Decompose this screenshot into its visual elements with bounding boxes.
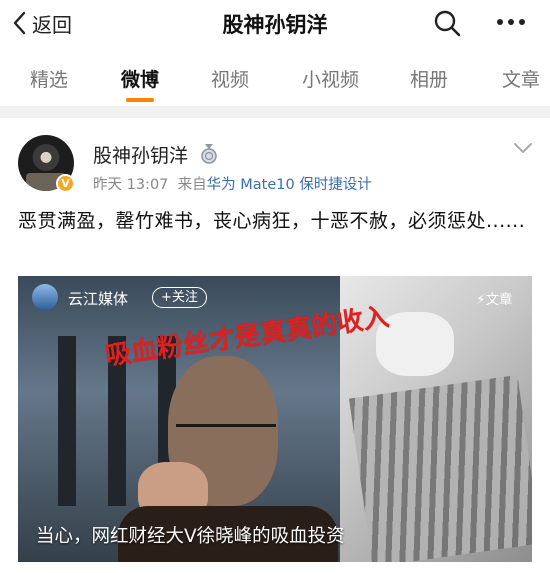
glasses — [176, 424, 276, 442]
video-card[interactable]: 云江媒体 +关注 ⚡文章 吸血粉丝才是真真的收入 当心，网红财经大V徐晓峰的吸血… — [18, 276, 532, 562]
medal-icon — [201, 144, 217, 164]
source-name[interactable]: 云江媒体 — [68, 288, 128, 309]
article-tag[interactable]: ⚡文章 — [476, 288, 512, 308]
post-text: 恶贯满盈，罄竹难书，丧心病狂，十恶不赦，必须惩处...... — [18, 210, 526, 232]
tab-album[interactable]: 相册 — [410, 65, 448, 92]
post-meta: 昨天 13:07 来自华为 Mate10 保时捷设计 — [93, 173, 372, 194]
post-time: 昨天 13:07 — [93, 177, 169, 193]
tab-short-video[interactable]: 小视频 — [302, 65, 359, 92]
follow-button[interactable]: +关注 — [152, 287, 207, 308]
source-prefix: 来自 — [177, 177, 207, 193]
striped-garment — [348, 374, 532, 562]
tab-video[interactable]: 视频 — [211, 65, 249, 92]
device-link[interactable]: 华为 Mate10 保时捷设计 — [207, 177, 372, 193]
tab-featured[interactable]: 精选 — [30, 65, 68, 92]
video-caption: 当心，网红财经大V徐晓峰的吸血投资 — [36, 526, 345, 547]
top-bar: 返回 股神孙钥洋 — [0, 0, 550, 46]
search-icon[interactable] — [433, 9, 461, 37]
article-label: 文章 — [485, 292, 513, 308]
source-avatar[interactable] — [32, 284, 58, 310]
window-frame — [58, 336, 76, 506]
more-icon[interactable] — [494, 10, 528, 34]
tab-article[interactable]: 文章 — [502, 65, 540, 92]
section-divider — [0, 106, 550, 118]
tab-weibo[interactable]: 微博 — [121, 65, 159, 92]
active-tab-indicator — [126, 98, 154, 102]
profile-tabs: 精选 微博 视频 小视频 相册 文章 — [0, 52, 550, 106]
verified-badge: V — [56, 174, 75, 193]
author-name[interactable]: 股神孙钥洋 — [93, 141, 188, 168]
page-title: 股神孙钥洋 — [222, 13, 328, 37]
chevron-down-icon[interactable] — [512, 140, 534, 156]
